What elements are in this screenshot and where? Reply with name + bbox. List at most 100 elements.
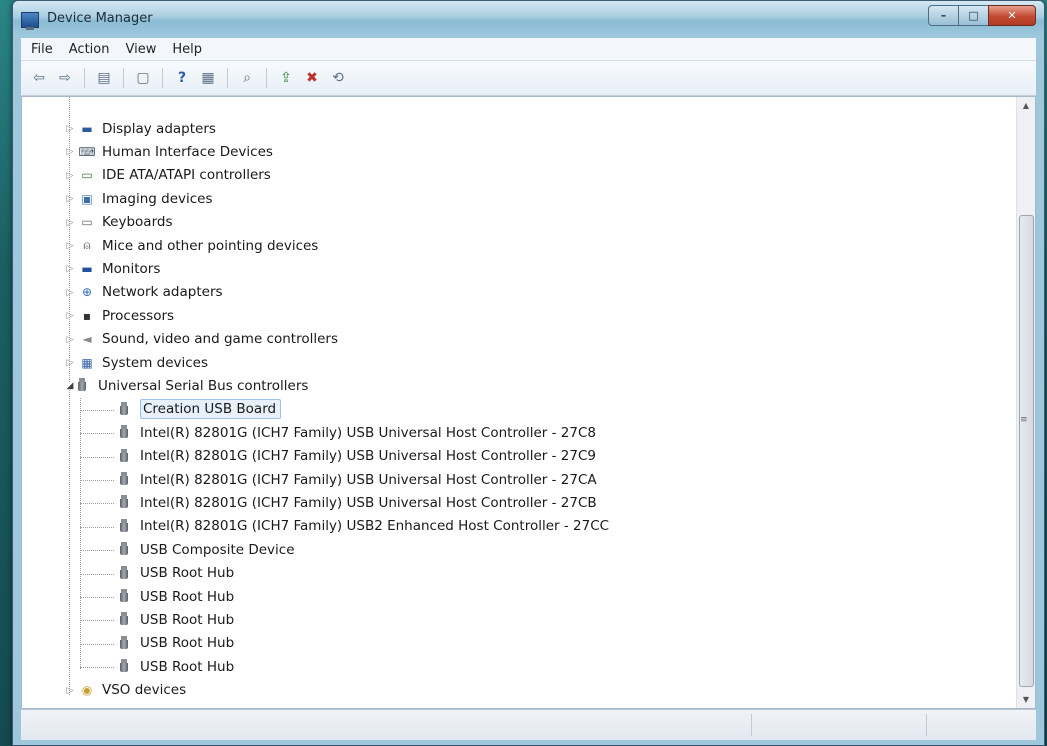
device-manager-window: Device Manager – □ ✕ File Action View He…	[12, 0, 1045, 746]
window-title: Device Manager	[47, 11, 153, 26]
expand-arrow-icon[interactable]: ▷	[66, 124, 74, 134]
expand-arrow-icon[interactable]: ▷	[66, 264, 74, 274]
tree-connector-line	[80, 573, 114, 575]
tree-category-label: System devices	[102, 354, 209, 371]
uninstall-icon[interactable]: ✖	[302, 68, 322, 88]
usb-device-icon	[120, 635, 128, 651]
tree-connector-line	[80, 526, 114, 528]
tree-category-item[interactable]: ▬ Display adapters	[78, 117, 216, 140]
menu-action[interactable]: Action	[69, 42, 110, 57]
tree-connector-line	[80, 643, 114, 645]
tree-category-item[interactable]: ◉ VSO devices	[78, 679, 186, 702]
tree-category-item[interactable]: ▭ IDE ATA/ATAPI controllers	[78, 164, 271, 187]
expand-arrow-icon[interactable]: ▷	[66, 147, 74, 157]
expand-arrow-icon[interactable]: ▷	[66, 335, 74, 345]
toolbar-separator	[123, 68, 124, 88]
expand-arrow-icon[interactable]: ▷	[66, 288, 74, 298]
tree-category-item[interactable]: ▪ Processors	[78, 304, 174, 327]
toolbar-separator	[227, 68, 228, 88]
maximize-button[interactable]: □	[958, 5, 989, 26]
minimize-button[interactable]: –	[928, 5, 959, 26]
scroll-up-arrow-icon[interactable]: ▲	[1017, 97, 1035, 114]
usb-device-item[interactable]: Intel(R) 82801G (ICH7 Family) USB Univer…	[120, 468, 597, 491]
tree-category-label: VSO devices	[102, 682, 187, 699]
properties-icon[interactable]: ▢	[133, 68, 153, 88]
tree-connector-line	[80, 480, 114, 481]
usb-device-item[interactable]: USB Root Hub	[120, 585, 234, 608]
usb-device-icon	[120, 565, 128, 581]
expand-arrow-icon[interactable]: ▷	[66, 241, 74, 251]
usb-device-item[interactable]: Intel(R) 82801G (ICH7 Family) USB Univer…	[120, 491, 597, 514]
tree-connector-line	[80, 456, 114, 458]
tree-category-label: Network adapters	[102, 284, 223, 301]
expand-arrow-icon[interactable]: ▷	[66, 194, 74, 204]
usb-device-item[interactable]: USB Root Hub	[120, 608, 234, 631]
usb-device-label: USB Root Hub	[140, 658, 235, 675]
help-icon[interactable]: ?	[172, 68, 192, 88]
back-icon[interactable]: ⇦	[29, 68, 49, 88]
scroll-down-arrow-icon[interactable]: ▼	[1017, 691, 1035, 708]
usb-device-icon	[120, 448, 128, 464]
usb-device-item[interactable]: Intel(R) 82801G (ICH7 Family) USB Univer…	[120, 445, 596, 468]
tree-category-label: Imaging devices	[102, 190, 213, 207]
tree-category-label: Processors	[102, 307, 175, 324]
usb-device-item[interactable]: Intel(R) 82801G (ICH7 Family) USB Univer…	[120, 421, 596, 444]
title-bar[interactable]: Device Manager – □ ✕	[13, 1, 1044, 37]
mouse-icon: ⍝	[83, 238, 91, 252]
tree-category-item[interactable]: ⍝ Mice and other pointing devices	[78, 234, 318, 257]
tree-category-item[interactable]: ▦ System devices	[78, 351, 208, 374]
tree-category-item[interactable]: ▬ Monitors	[78, 257, 160, 280]
expand-arrow-icon[interactable]: ▷	[66, 171, 74, 181]
usb-device-item[interactable]: USB Composite Device	[120, 538, 295, 561]
ide-icon: ▭	[81, 168, 93, 183]
usb-device-icon	[120, 401, 128, 417]
usb-device-item[interactable]: USB Root Hub	[120, 655, 234, 678]
usb-device-item[interactable]: USB Root Hub	[120, 632, 234, 655]
menu-file[interactable]: File	[31, 42, 53, 57]
vertical-scrollbar[interactable]: ▲ ≡ ▼	[1016, 97, 1035, 708]
network-icon: ⊕	[81, 285, 93, 300]
usb-device-label: USB Root Hub	[140, 565, 235, 582]
usb-device-item[interactable]: Creation USB Board	[120, 398, 282, 421]
tree-category-item[interactable]: Universal Serial Bus controllers	[78, 374, 308, 397]
tree-connector-line	[80, 397, 81, 669]
tree-category-label: Keyboards	[102, 214, 173, 231]
usb-device-label: Intel(R) 82801G (ICH7 Family) USB Univer…	[140, 471, 597, 488]
usb-device-item[interactable]: USB Root Hub	[120, 562, 234, 585]
show-hide-icon[interactable]: ▦	[198, 68, 218, 88]
tree-category-item[interactable]: ◄ Sound, video and game controllers	[78, 328, 338, 351]
tree-category-item[interactable]: ▭ Keyboards	[78, 211, 173, 234]
forward-icon[interactable]: ⇨	[55, 68, 75, 88]
usb-device-icon	[120, 472, 128, 487]
device-tree: ▷ ▬ Display adapters ▷ ⌨ Human Interface Devi…	[22, 97, 1017, 708]
menu-bar: File Action View Help	[21, 38, 1036, 61]
expand-arrow-icon[interactable]: ▷	[66, 311, 74, 321]
scrollbar-thumb[interactable]	[1019, 215, 1034, 687]
usb-device-label: Intel(R) 82801G (ICH7 Family) USB Univer…	[140, 424, 596, 441]
tree-category-item[interactable]: ▣ Imaging devices	[78, 187, 213, 210]
scrollbar-grip-icon: ≡	[1020, 415, 1028, 425]
tree-category-label: IDE ATA/ATAPI controllers	[102, 167, 271, 184]
usb-device-item[interactable]: Intel(R) 82801G (ICH7 Family) USB2 Enhan…	[120, 515, 609, 538]
tree-category-item[interactable]: ⊕ Network adapters	[78, 281, 223, 304]
menu-view[interactable]: View	[125, 42, 156, 57]
tree-category-label: Sound, video and game controllers	[102, 331, 338, 348]
disable-icon[interactable]: ⟲	[328, 68, 348, 88]
expand-arrow-icon[interactable]: ▷	[66, 218, 74, 228]
usb-device-icon	[120, 495, 128, 510]
update-driver-icon[interactable]: ⇪	[276, 68, 296, 88]
usb-device-icon	[120, 612, 128, 627]
tree-category-item[interactable]: ⌨ Human Interface Devices	[78, 140, 273, 163]
collapse-arrow-icon[interactable]: ◢	[66, 381, 74, 391]
expand-arrow-icon[interactable]: ▷	[66, 686, 74, 696]
status-bar	[21, 709, 1036, 740]
usb-device-label: Creation USB Board	[140, 399, 282, 420]
menu-help[interactable]: Help	[172, 42, 202, 57]
expand-arrow-icon[interactable]: ▷	[66, 358, 74, 368]
toolbar-separator	[266, 68, 267, 88]
device-manager-icon	[21, 12, 39, 30]
usb-device-icon	[120, 659, 128, 674]
scan-changes-icon[interactable]: ⌕	[237, 68, 257, 88]
console-tree-icon[interactable]: ▤	[94, 68, 114, 88]
close-button[interactable]: ✕	[988, 5, 1036, 26]
